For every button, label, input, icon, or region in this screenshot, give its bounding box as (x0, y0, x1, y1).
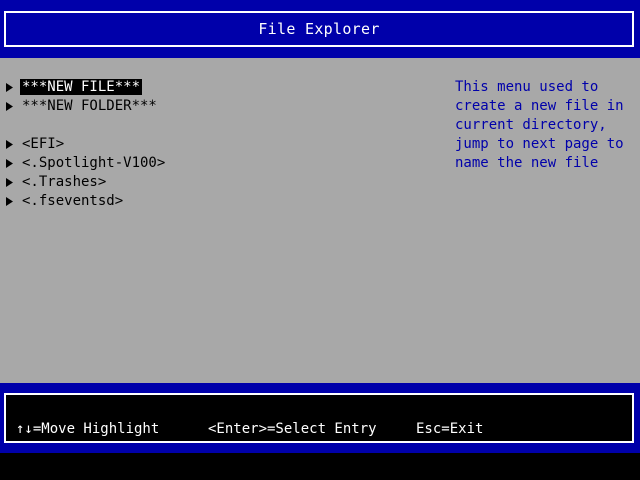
triangle-right-icon (6, 101, 20, 111)
entry-label: <.Trashes> (22, 174, 107, 190)
entry-new-folder[interactable]: ***NEW FOLDER*** (6, 97, 159, 115)
triangle-right-icon (6, 177, 20, 187)
entry-label: <EFI> (22, 136, 65, 152)
entry-label: <.Spotlight-V100> (22, 155, 166, 171)
exit-hint: Esc=Exit (416, 421, 484, 437)
triangle-right-icon (6, 82, 20, 92)
move-highlight-hint: ↑↓=Move Highlight (16, 421, 160, 437)
select-entry-hint: <Enter>=Select Entry (208, 421, 377, 437)
help-line: name the new file (455, 155, 599, 171)
help-line: jump to next page to (455, 136, 624, 152)
triangle-right-icon (6, 196, 20, 206)
entry-label: <.fseventsd> (22, 193, 124, 209)
header-box: File Explorer (4, 11, 634, 47)
footer-band (0, 383, 640, 453)
entry-label: ***NEW FOLDER*** (22, 98, 157, 114)
entry-folder-efi[interactable]: <EFI> (6, 135, 66, 153)
entry-new-file[interactable]: ***NEW FILE*** (6, 78, 143, 96)
entry-label: ***NEW FILE*** (20, 79, 143, 95)
entry-folder-fseventsd[interactable]: <.fseventsd> (6, 192, 125, 210)
help-panel: This menu used to create a new file in c… (455, 78, 635, 173)
triangle-right-icon (6, 158, 20, 168)
help-line: This menu used to (455, 79, 599, 95)
entry-folder-spotlight[interactable]: <.Spotlight-V100> (6, 154, 167, 172)
page-title: File Explorer (258, 20, 380, 38)
help-line: create a new file in (455, 98, 624, 114)
help-line: current directory, (455, 117, 607, 133)
triangle-right-icon (6, 139, 20, 149)
entry-folder-trashes[interactable]: <.Trashes> (6, 173, 108, 191)
header-band: File Explorer (0, 0, 640, 58)
